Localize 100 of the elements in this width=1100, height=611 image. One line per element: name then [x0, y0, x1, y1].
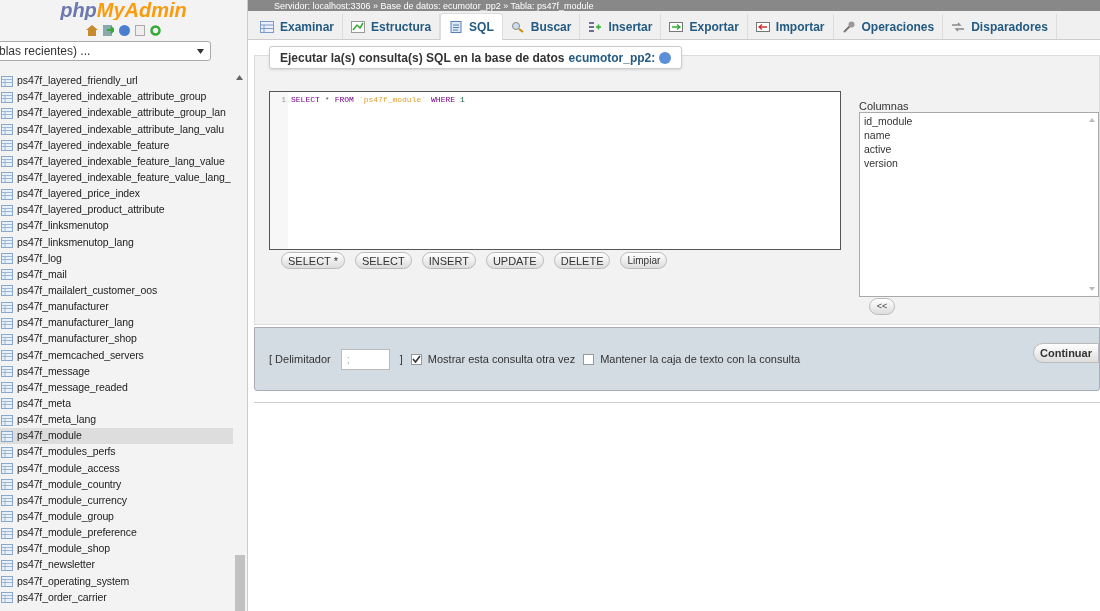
column-option[interactable]: id_module — [864, 114, 913, 128]
table-icon[interactable] — [1, 575, 13, 587]
sql-editor[interactable]: 1 SELECT * FROM `ps47f_module` WHERE 1 — [269, 91, 841, 250]
scroll-up-icon[interactable] — [236, 75, 243, 80]
table-link[interactable]: ps47f_layered_indexable_feature — [17, 137, 170, 154]
table-link[interactable]: ps47f_layered_product_attribute — [17, 202, 165, 219]
tab[interactable]: SQL — [440, 13, 503, 40]
exit-icon[interactable] — [103, 24, 114, 36]
table-link[interactable]: ps47f_module_country — [17, 476, 122, 493]
table-link[interactable]: ps47f_module_group — [17, 509, 114, 525]
table-link[interactable]: ps47f_layered_indexable_feature_value_lang_ — [17, 170, 231, 186]
tab[interactable]: Buscar — [502, 14, 581, 39]
table-icon[interactable] — [1, 301, 13, 313]
table-icon[interactable] — [1, 269, 13, 281]
table-link[interactable]: ps47f_newsletter — [17, 557, 95, 574]
table-link[interactable]: ps47f_message — [17, 363, 90, 380]
column-option[interactable]: version — [864, 156, 898, 170]
table-link[interactable]: ps47f_module — [17, 428, 82, 445]
table-link[interactable]: ps47f_layered_indexable_attribute_group_lan — [17, 105, 226, 122]
checkbox[interactable] — [410, 353, 422, 365]
checkbox[interactable] — [583, 353, 595, 365]
table-icon[interactable] — [1, 156, 13, 168]
table-icon[interactable] — [1, 285, 13, 297]
sql-template-button[interactable]: SELECT — [354, 252, 412, 269]
table-icon[interactable] — [1, 204, 13, 216]
table-icon[interactable] — [1, 559, 13, 571]
tab[interactable]: Insertar — [580, 14, 662, 39]
table-icon[interactable] — [1, 462, 13, 474]
table-link[interactable]: ps47f_module_access — [17, 460, 120, 477]
insert-column-button[interactable]: << — [869, 298, 895, 315]
table-icon[interactable] — [1, 592, 13, 604]
table-icon[interactable] — [1, 414, 13, 426]
table-icon[interactable] — [1, 91, 13, 103]
recent-tables-dropdown[interactable]: blas recientes) ... — [0, 41, 211, 61]
table-icon[interactable] — [1, 75, 13, 87]
selected-row-highlight[interactable]: ps47f_module — [0, 428, 233, 445]
table-icon[interactable] — [1, 349, 13, 361]
tab[interactable]: Exportar — [661, 14, 748, 39]
table-icon[interactable] — [1, 236, 13, 248]
dropdown-arrow-icon[interactable] — [197, 48, 204, 54]
table-link[interactable]: ps47f_meta_lang — [17, 412, 97, 428]
continue-button[interactable]: Continuar — [1033, 343, 1099, 363]
columns-list[interactable]: id_module name active version — [859, 112, 1099, 297]
table-link[interactable]: ps47f_memcached_servers — [17, 347, 144, 364]
table-link[interactable]: ps47f_layered_indexable_feature_lang_value — [17, 153, 225, 170]
tab[interactable]: Disparadores — [943, 14, 1057, 39]
table-link[interactable]: ps47f_message_readed — [17, 379, 128, 396]
table-icon[interactable] — [1, 479, 13, 491]
column-option[interactable]: active — [864, 142, 892, 156]
sql-template-button[interactable]: UPDATE — [485, 252, 544, 269]
sql-template-button[interactable]: SELECT * — [281, 252, 345, 269]
table-link[interactable]: ps47f_meta — [17, 396, 71, 412]
sql-template-button[interactable]: INSERT — [421, 252, 476, 269]
scrollbar-thumb[interactable] — [234, 555, 245, 611]
table-link[interactable]: ps47f_layered_indexable_attribute_lang_valu — [17, 121, 225, 138]
table-icon[interactable] — [1, 188, 13, 200]
table-icon[interactable] — [1, 220, 13, 232]
table-icon[interactable] — [1, 446, 13, 458]
table-icon[interactable] — [1, 495, 13, 507]
table-icon[interactable] — [1, 382, 13, 394]
table-icon[interactable] — [1, 107, 13, 119]
database-link[interactable]: ecumotor_pp2: — [568, 48, 656, 67]
table-icon[interactable] — [1, 511, 13, 523]
table-link[interactable]: ps47f_module_currency — [17, 492, 127, 509]
table-icon[interactable] — [1, 527, 13, 539]
table-link[interactable]: ps47f_manufacturer_shop — [17, 331, 137, 348]
table-icon[interactable] — [1, 140, 13, 152]
table-link[interactable]: ps47f_layered_indexable_attribute_group — [17, 89, 207, 106]
document-icon[interactable] — [135, 24, 145, 36]
column-option[interactable]: name — [864, 128, 891, 142]
table-link[interactable]: ps47f_module_shop — [17, 541, 110, 557]
table-link[interactable]: ps47f_linksmenutop_lang — [17, 234, 134, 251]
clear-button[interactable]: Limpiar — [620, 252, 668, 269]
table-icon[interactable] — [1, 543, 13, 555]
table-link[interactable]: ps47f_module_preference — [17, 525, 137, 541]
table-link[interactable]: ps47f_mail — [17, 266, 67, 283]
scroll-down-icon[interactable] — [1089, 287, 1095, 291]
table-icon[interactable] — [1, 317, 13, 329]
checkbox-label[interactable]: Mantener la caja de texto con la consulta — [600, 350, 801, 368]
table-link[interactable]: ps47f_layered_price_index — [17, 186, 140, 202]
tab[interactable]: Importar — [747, 14, 834, 39]
sql-template-button[interactable]: DELETE — [553, 252, 611, 269]
table-icon[interactable] — [1, 333, 13, 345]
table-icon[interactable] — [1, 253, 13, 265]
checkbox-label[interactable]: Mostrar esta consulta otra vez — [427, 350, 576, 368]
table-link[interactable]: ps47f_mailalert_customer_oos — [17, 283, 158, 299]
tab[interactable]: Operaciones — [833, 14, 944, 39]
table-link[interactable]: ps47f_manufacturer_lang — [17, 315, 134, 332]
table-link[interactable]: ps47f_linksmenutop — [17, 218, 109, 235]
table-icon[interactable] — [1, 366, 13, 378]
table-icon[interactable] — [1, 172, 13, 184]
home-icon[interactable] — [86, 24, 98, 36]
table-link[interactable]: ps47f_order_carrier — [17, 589, 107, 606]
table-link[interactable]: ps47f_operating_system — [17, 573, 130, 590]
table-link[interactable]: ps47f_layered_friendly_url — [17, 73, 138, 89]
table-link[interactable]: ps47f_manufacturer — [17, 299, 109, 315]
table-link[interactable]: ps47f_modules_perfs — [17, 444, 116, 461]
reload-icon[interactable] — [150, 24, 161, 36]
table-icon[interactable] — [1, 430, 13, 442]
table-icon[interactable] — [1, 398, 13, 410]
